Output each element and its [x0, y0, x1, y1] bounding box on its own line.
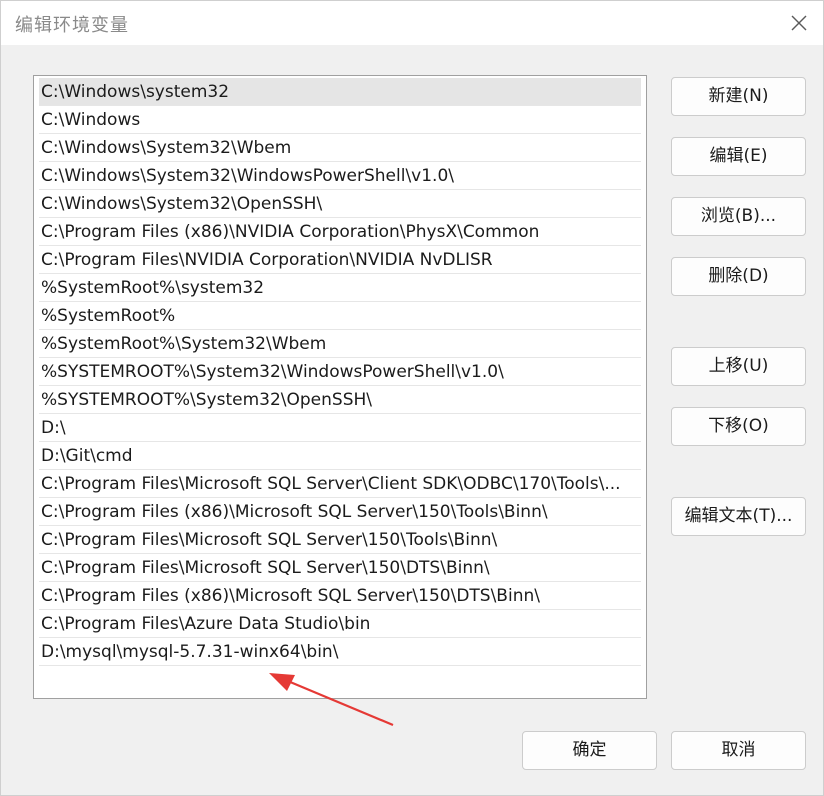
move-down-button[interactable]: 下移(O) — [671, 407, 806, 446]
list-item[interactable]: C:\Program Files\NVIDIA Corporation\NVID… — [39, 246, 641, 274]
list-item[interactable]: C:\Windows — [39, 106, 641, 134]
delete-button[interactable]: 删除(D) — [671, 257, 806, 296]
edit-button[interactable]: 编辑(E) — [671, 137, 806, 176]
close-button[interactable] — [783, 7, 815, 39]
list-item[interactable]: D:\ — [39, 414, 641, 442]
close-icon — [791, 15, 807, 31]
edit-text-button[interactable]: 编辑文本(T)... — [671, 497, 806, 536]
ok-button[interactable]: 确定 — [522, 731, 657, 770]
new-button[interactable]: 新建(N) — [671, 77, 806, 116]
list-item[interactable]: C:\Windows\System32\Wbem — [39, 134, 641, 162]
list-item[interactable]: C:\Program Files\Microsoft SQL Server\15… — [39, 554, 641, 582]
list-item[interactable]: C:\Program Files\Microsoft SQL Server\15… — [39, 526, 641, 554]
list-item[interactable]: C:\Program Files\Azure Data Studio\bin — [39, 610, 641, 638]
list-item[interactable]: C:\Program Files (x86)\NVIDIA Corporatio… — [39, 218, 641, 246]
path-list[interactable]: C:\Windows\system32 C:\Windows C:\Window… — [33, 75, 647, 699]
move-up-button[interactable]: 上移(U) — [671, 347, 806, 386]
list-item[interactable]: C:\Windows\System32\OpenSSH\ — [39, 190, 641, 218]
list-item[interactable]: C:\Program Files (x86)\Microsoft SQL Ser… — [39, 582, 641, 610]
cancel-button[interactable]: 取消 — [671, 731, 806, 770]
list-item[interactable]: C:\Program Files\Microsoft SQL Server\Cl… — [39, 470, 641, 498]
browse-button[interactable]: 浏览(B)... — [671, 197, 806, 236]
title-bar: 编辑环境变量 — [1, 1, 823, 45]
list-item[interactable]: %SYSTEMROOT%\System32\OpenSSH\ — [39, 386, 641, 414]
edit-environment-variable-dialog: 编辑环境变量 C:\Windows\system32 C:\Windows C:… — [0, 0, 824, 796]
list-item[interactable]: C:\Windows\system32 — [39, 78, 641, 106]
list-item[interactable]: %SystemRoot%\system32 — [39, 274, 641, 302]
list-item[interactable]: %SYSTEMROOT%\System32\WindowsPowerShell\… — [39, 358, 641, 386]
list-item[interactable]: %SystemRoot% — [39, 302, 641, 330]
list-item[interactable]: %SystemRoot%\System32\Wbem — [39, 330, 641, 358]
annotation-arrow-icon — [269, 673, 394, 727]
list-item[interactable]: D:\mysql\mysql-5.7.31-winx64\bin\ — [39, 638, 641, 666]
list-item[interactable]: C:\Windows\System32\WindowsPowerShell\v1… — [39, 162, 641, 190]
list-item[interactable]: D:\Git\cmd — [39, 442, 641, 470]
list-item[interactable]: C:\Program Files (x86)\Microsoft SQL Ser… — [39, 498, 641, 526]
dialog-title: 编辑环境变量 — [15, 15, 129, 36]
